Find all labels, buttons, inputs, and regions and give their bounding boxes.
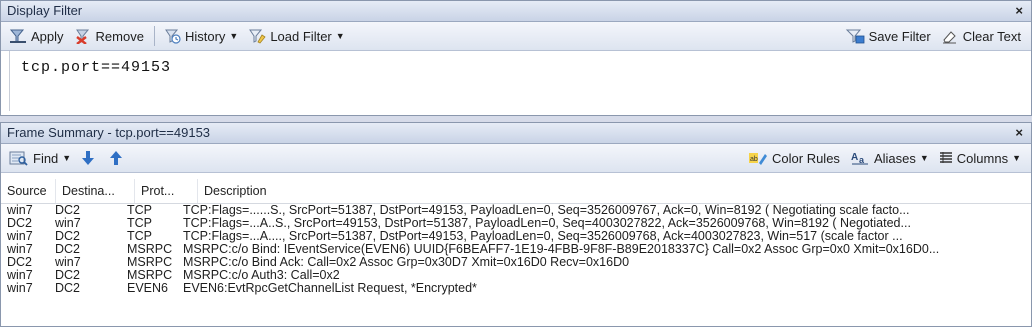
chevron-down-icon: ▼ xyxy=(229,31,239,41)
apply-filter-icon xyxy=(9,29,26,43)
remove-filter-icon xyxy=(75,29,89,44)
table-row[interactable]: win7 DC2 TCP TCP:Flags=...A...., SrcPort… xyxy=(1,230,1031,243)
toolbar-separator xyxy=(153,26,155,46)
chevron-down-icon: ▼ xyxy=(62,153,72,163)
columns-label: Columns xyxy=(956,150,1009,166)
color-rules-icon: ab xyxy=(749,153,768,165)
remove-label: Remove xyxy=(95,28,144,44)
columns-dropdown[interactable]: Columns ▼ xyxy=(935,147,1025,169)
remove-button[interactable]: Remove xyxy=(70,25,148,47)
close-icon[interactable]: × xyxy=(1015,1,1023,21)
cell-source: win7 xyxy=(7,243,33,256)
color-rules-button[interactable]: ab Color Rules xyxy=(744,147,844,169)
chevron-down-icon: ▼ xyxy=(919,153,929,163)
color-rules-label: Color Rules xyxy=(772,150,840,166)
arrow-down-icon xyxy=(82,151,95,165)
save-filter-button[interactable]: Save Filter xyxy=(841,25,935,47)
eraser-icon xyxy=(942,31,956,44)
cell-description: MSRPC:c/o Bind Ack: Call=0x2 Assoc Grp=0… xyxy=(183,256,630,269)
find-previous-up-button[interactable] xyxy=(105,147,131,169)
cell-destination: DC2 xyxy=(55,204,81,217)
svg-text:ab: ab xyxy=(750,156,758,163)
history-dropdown[interactable]: History ▼ xyxy=(159,25,242,47)
table-row[interactable]: win7 DC2 EVEN6 EVEN6:EvtRpcGetChannelLis… xyxy=(1,282,1031,295)
cell-destination: win7 xyxy=(55,217,81,230)
chevron-down-icon: ▼ xyxy=(1012,153,1021,163)
display-filter-toolbar: Apply Remove History ▼ Load Filter ▼ Sav… xyxy=(1,22,1031,51)
display-filter-titlebar: Display Filter × xyxy=(1,1,1031,22)
cell-destination: win7 xyxy=(55,256,81,269)
svg-text:A: A xyxy=(851,152,858,163)
frame-summary-title: Frame Summary - tcp.port==49153 xyxy=(7,125,211,140)
cell-protocol: MSRPC xyxy=(127,243,173,256)
cell-source: win7 xyxy=(7,282,33,295)
history-label: History xyxy=(184,28,226,44)
cell-description: MSRPC:c/o Bind: IEventService(EVEN6) UUI… xyxy=(183,243,940,256)
find-icon xyxy=(9,151,28,166)
aliases-icon: A a xyxy=(851,152,868,165)
cell-source: DC2 xyxy=(7,217,33,230)
column-header-description[interactable]: Description xyxy=(198,179,1031,203)
cell-destination: DC2 xyxy=(55,230,81,243)
columns-icon xyxy=(939,152,952,163)
chevron-down-icon: ▼ xyxy=(335,31,345,41)
frame-summary-pane: Frame Summary - tcp.port==49153 × Find ▼ xyxy=(0,122,1032,327)
cell-protocol: TCP xyxy=(127,217,152,230)
cell-description: EVEN6:EvtRpcGetChannelList Request, *Enc… xyxy=(183,282,477,295)
frame-table-body: win7 DC2 TCP TCP:Flags=......S., SrcPort… xyxy=(1,204,1031,295)
cell-description: TCP:Flags=...A..S., SrcPort=49153, DstPo… xyxy=(183,217,911,230)
cell-destination: DC2 xyxy=(55,282,81,295)
history-icon xyxy=(165,29,181,44)
cell-protocol: MSRPC xyxy=(127,256,173,269)
display-filter-title: Display Filter xyxy=(7,3,83,18)
clear-text-label: Clear Text xyxy=(962,28,1021,44)
cell-protocol: TCP xyxy=(127,204,152,217)
clear-text-button[interactable]: Clear Text xyxy=(937,25,1025,47)
cell-description: TCP:Flags=......S., SrcPort=51387, DstPo… xyxy=(183,204,910,217)
cell-destination: DC2 xyxy=(55,269,81,282)
cell-description: TCP:Flags=...A...., SrcPort=51387, DstPo… xyxy=(183,230,903,243)
filter-expression-text[interactable]: tcp.port==49153 xyxy=(21,59,171,76)
table-row[interactable]: win7 DC2 MSRPC MSRPC:c/o Auth3: Call=0x2 xyxy=(1,269,1031,282)
cell-protocol: MSRPC xyxy=(127,269,173,282)
find-dropdown[interactable]: Find ▼ xyxy=(5,147,75,169)
load-filter-label: Load Filter xyxy=(270,28,332,44)
cell-protocol: TCP xyxy=(127,230,152,243)
frame-summary-titlebar: Frame Summary - tcp.port==49153 × xyxy=(1,123,1031,144)
save-filter-icon xyxy=(845,29,864,44)
column-header-destination[interactable]: Destina... xyxy=(56,179,135,203)
cell-source: win7 xyxy=(7,269,33,282)
find-next-down-button[interactable] xyxy=(77,147,103,169)
display-filter-pane: Display Filter × Apply Remove History ▼ … xyxy=(0,0,1032,116)
load-filter-dropdown[interactable]: Load Filter ▼ xyxy=(244,25,348,47)
aliases-label: Aliases xyxy=(873,150,916,166)
frame-summary-toolbar: Find ▼ ab Color Rules A a Aliases ▼ Colu… xyxy=(1,144,1031,173)
column-header-protocol[interactable]: Prot... xyxy=(135,179,198,203)
cell-destination: DC2 xyxy=(55,243,81,256)
frame-table-header: Source Destina... Prot... Description xyxy=(1,179,1031,204)
cell-source: win7 xyxy=(7,230,33,243)
aliases-dropdown[interactable]: A a Aliases ▼ xyxy=(846,147,933,169)
cell-source: win7 xyxy=(7,204,33,217)
apply-label: Apply xyxy=(31,28,64,44)
cell-source: DC2 xyxy=(7,256,33,269)
table-row[interactable]: win7 DC2 MSRPC MSRPC:c/o Bind: IEventSer… xyxy=(1,243,1031,256)
find-label: Find xyxy=(33,150,59,166)
arrow-up-icon xyxy=(110,151,123,165)
table-row[interactable]: DC2 win7 MSRPC MSRPC:c/o Bind Ack: Call=… xyxy=(1,256,1031,269)
apply-button[interactable]: Apply xyxy=(5,25,68,47)
save-filter-label: Save Filter xyxy=(868,28,931,44)
column-header-source[interactable]: Source xyxy=(1,179,56,203)
close-icon[interactable]: × xyxy=(1015,123,1023,143)
table-row[interactable]: DC2 win7 TCP TCP:Flags=...A..S., SrcPort… xyxy=(1,217,1031,230)
cell-protocol: EVEN6 xyxy=(127,282,168,295)
load-filter-icon xyxy=(249,29,266,44)
cell-description: MSRPC:c/o Auth3: Call=0x2 xyxy=(183,269,340,282)
table-row[interactable]: win7 DC2 TCP TCP:Flags=......S., SrcPort… xyxy=(1,204,1031,217)
